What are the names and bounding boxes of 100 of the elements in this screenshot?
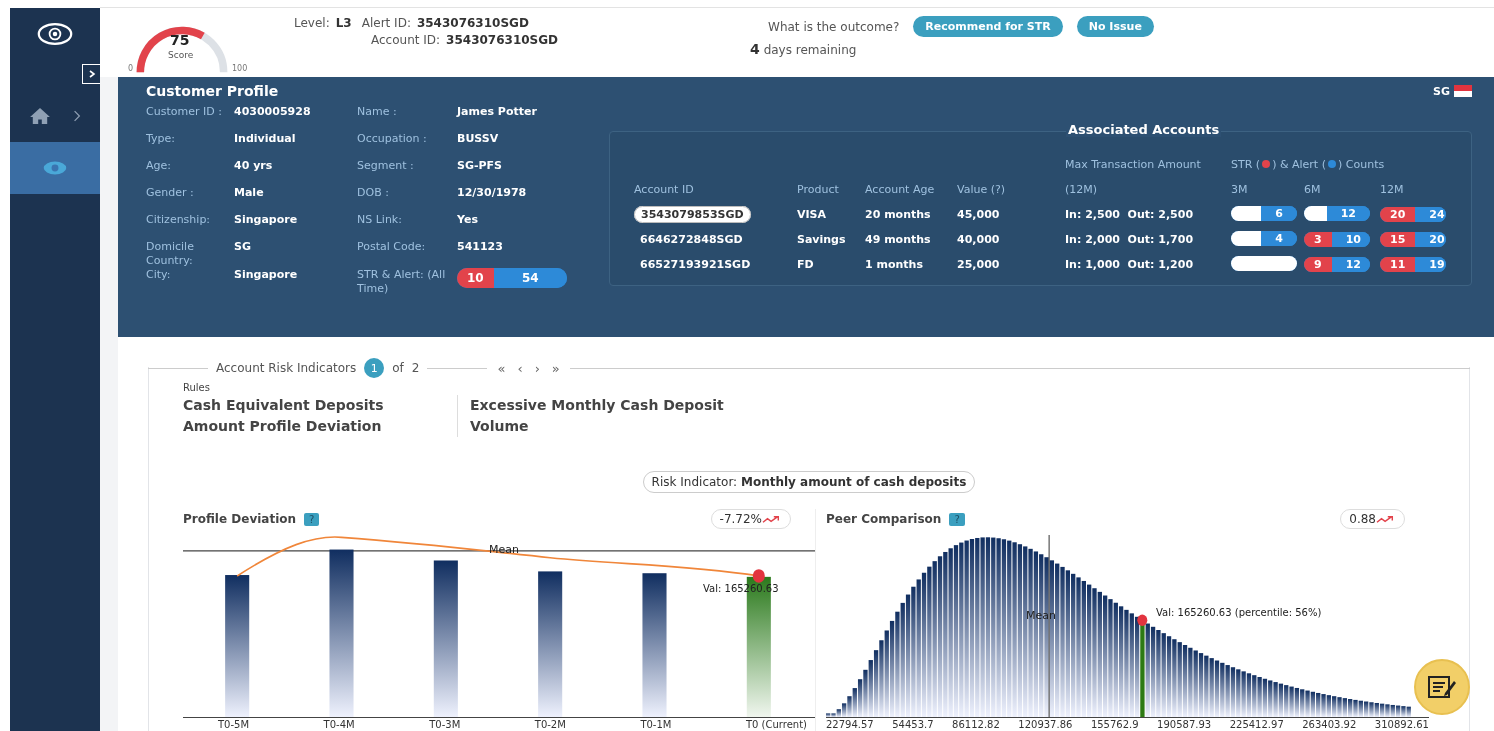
field-label: Name : [357,105,398,119]
field-label: City: [146,268,172,282]
count-pill: 4 [1231,230,1297,246]
axis-label: 225412.97 [1229,719,1284,730]
count-pill: 15 20 [1380,232,1446,247]
field-label: NS Link: [357,213,403,227]
axis-label: 155762.9 [1090,719,1139,730]
column-header: Product [797,183,840,196]
flag-icon [1454,85,1472,97]
page-total: 2 [411,361,420,375]
page-nav-button[interactable]: » [549,360,562,376]
eye-icon [42,160,68,176]
str-alert-counts: 10 54 [457,268,567,288]
field-value: 40 yrs [234,159,274,173]
axis-label: T0-5M [218,719,250,730]
account-id-value: 3543076310SGD [446,33,559,47]
level-value: L3 [335,16,352,30]
column-header: 12M [1380,183,1405,196]
notes-button[interactable] [1414,659,1470,715]
country-code: SG [1433,84,1450,98]
field-value: 4030005928 [234,105,312,119]
rules-label: Rules [183,382,211,393]
field-label: Citizenship: [146,213,212,227]
count-pill: 9 12 [1304,257,1370,272]
column-header: STR ( ) & Alert ( ) Counts [1231,158,1386,171]
count-pill: 12 [1304,205,1370,221]
page-nav-button[interactable]: « [495,360,508,376]
axis-label: 54453.7 [892,719,934,730]
field-label: Customer ID : [146,105,223,119]
page-of: of [392,361,404,375]
field-label: Occupation : [357,132,428,146]
count-pill: 20 24 [1380,207,1446,222]
field-label: STR & Alert: (All Time) [357,268,447,296]
alert-id-value: 3543076310SGD [416,16,529,30]
field-label: Segment : [357,159,415,173]
table-cell-text: In: 1,000 Out: 1,200 [1065,258,1195,271]
table-cell-text: VISA [797,208,828,221]
table-cell-text: In: 2,000 Out: 1,700 [1065,233,1195,246]
rule-name: Excessive Monthly Cash Deposit Volume [457,395,774,437]
count-pill: 6 [1231,205,1297,221]
account-id-cell[interactable]: 66527193921SGD [634,257,757,272]
days-count: 4 [750,41,760,57]
home-icon [29,107,51,125]
field-value: Male [234,186,265,200]
field-label: Gender : [146,186,195,200]
value-label: Val: 165260.63 (percentile: 56%) [1156,607,1322,618]
page-nav-button[interactable]: › [532,360,542,376]
field-label: Postal Code: [357,240,427,254]
alert-id-label: Alert ID: [361,16,411,30]
axis-label: 22794.57 [826,719,874,730]
field-value: SG [234,240,252,254]
level-label: Level: [294,16,330,30]
axis-label: T0-1M [640,719,672,730]
days-remaining-text: days remaining [763,43,857,57]
axis-label: 190587.93 [1157,719,1212,730]
logo-eye-icon [37,22,73,46]
value-marker [1137,614,1148,626]
account-id-cell[interactable]: 3543079853SGD [634,206,751,223]
field-value: Singapore [234,213,299,227]
field-label: Age: [146,159,172,173]
outcome-question: What is the outcome? [768,19,900,34]
field-value: SG-PFS [457,159,503,173]
account-id-cell[interactable]: 6646272848SGD [634,232,749,247]
table-cell-text: 20 months [865,208,932,221]
field-label: Type: [146,132,176,146]
field-value: Yes [457,213,479,227]
axis-label: 263403.92 [1302,719,1357,730]
value-marker [752,569,765,583]
column-header: 6M [1304,183,1322,196]
page-nav-button[interactable]: ‹ [515,360,525,376]
panel-title: Associated Accounts [1066,122,1222,137]
field-value: Individual [234,132,297,146]
table-cell-text: In: 2,500 Out: 2,500 [1065,208,1195,221]
field-value: 541123 [457,240,504,254]
section-title: Customer Profile [146,83,279,99]
chart-title: Peer Comparison [826,512,942,526]
column-header: 3M [1231,183,1249,196]
table-cell-text: 49 months [865,233,932,246]
edit-note-icon [1427,674,1457,700]
count-pill: 11 19 [1380,257,1446,272]
column-header: (12M) [1065,183,1099,196]
axis-label: T0-2M [534,719,566,730]
expand-button[interactable] [82,64,100,84]
field-value: Singapore [234,268,299,282]
table-cell-text: FD [797,258,815,271]
table-cell-text: 1 months [865,258,924,271]
column-header: Value (?) [957,183,1007,196]
chevron-right-icon [73,110,81,122]
chart-title: Profile Deviation [183,512,297,526]
current-page: 1 [364,358,385,378]
axis-label: T0 (Current) [745,719,807,730]
field-value: BUSSV [457,132,500,146]
table-cell-text: 25,000 [957,258,1001,271]
field-value: 12/30/1978 [457,186,528,200]
count-pill [1231,255,1297,271]
table-cell-text: 45,000 [957,208,1001,221]
axis-label: 86112.82 [952,719,1000,730]
axis-label: T0-3M [429,719,461,730]
gauge-min: 0 [128,64,134,73]
table-cell-text: 40,000 [957,233,1001,246]
